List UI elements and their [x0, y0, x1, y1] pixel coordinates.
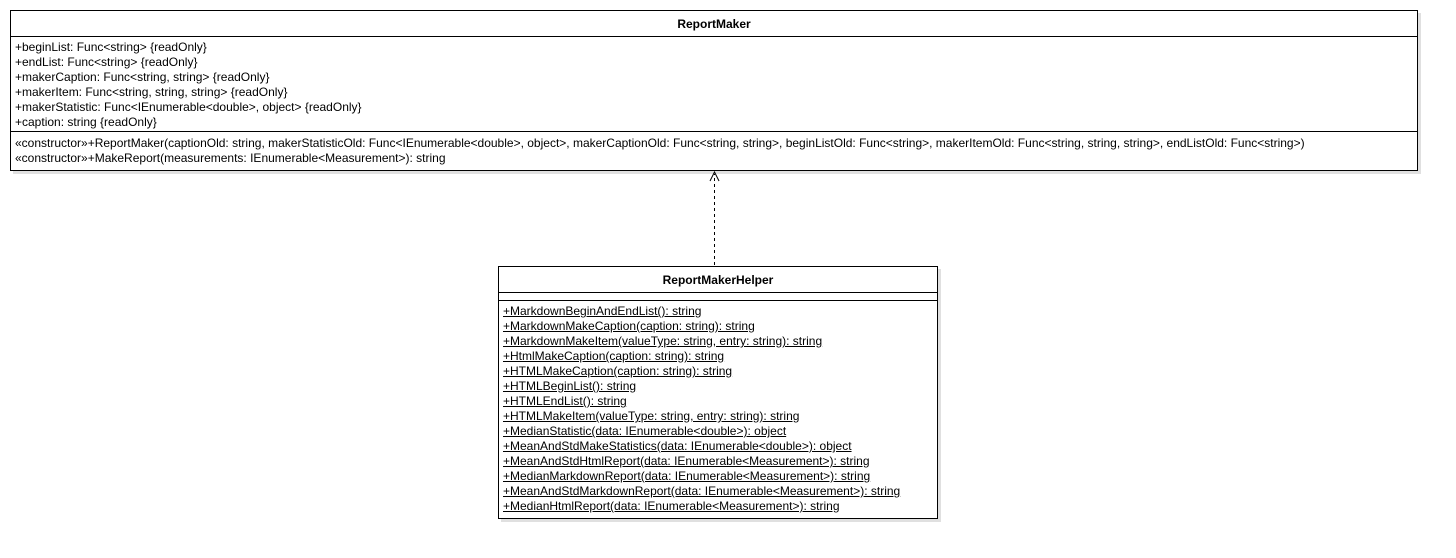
class-name-reportmakerhelper: ReportMakerHelper [499, 267, 937, 293]
attribute-begin-list: +beginList: Func<string> {readOnly} [15, 40, 207, 54]
operation-mean-and-std-markdown-report: +MeanAndStdMarkdownReport(data: IEnumera… [503, 484, 901, 498]
operation-constructor-makereport: «constructor»+MakeReport(measurements: I… [15, 151, 446, 165]
operation-constructor-reportmaker: «constructor»+ReportMaker(captionOld: st… [15, 136, 1305, 150]
attributes-section-empty [499, 293, 937, 301]
operation-html-make-caption: +HtmlMakeCaption(caption: string): strin… [503, 349, 725, 363]
operation-mean-and-std-make-statistics: +MeanAndStdMakeStatistics(data: IEnumera… [503, 439, 852, 453]
operation-html-begin-list: +HTMLBeginList(): string [503, 379, 637, 393]
attribute-end-list: +endList: Func<string> {readOnly} [15, 55, 198, 69]
attributes-section: +beginList: Func<string> {readOnly} +end… [11, 37, 1417, 132]
attribute-caption: +caption: string {readOnly} [15, 115, 157, 129]
operations-section: «constructor»+ReportMaker(captionOld: st… [11, 132, 1417, 170]
attribute-maker-statistic: +makerStatistic: Func<IEnumerable<double… [15, 100, 362, 114]
operation-html-make-caption-upper: +HTMLMakeCaption(caption: string): strin… [503, 364, 733, 378]
operation-mean-and-std-html-report: +MeanAndStdHtmlReport(data: IEnumerable<… [503, 454, 870, 468]
attribute-maker-item: +makerItem: Func<string, string, string>… [15, 85, 288, 99]
operation-median-statistic: +MedianStatistic(data: IEnumerable<doubl… [503, 424, 787, 438]
operation-median-html-report: +MedianHtmlReport(data: IEnumerable<Meas… [503, 499, 840, 513]
operation-markdown-make-caption: +MarkdownMakeCaption(caption: string): s… [503, 319, 755, 333]
operation-median-markdown-report: +MedianMarkdownReport(data: IEnumerable<… [503, 469, 871, 483]
operation-html-make-item: +HTMLMakeItem(valueType: string, entry: … [503, 409, 800, 423]
attribute-maker-caption: +makerCaption: Func<string, string> {rea… [15, 70, 270, 84]
class-name-reportmaker: ReportMaker [11, 11, 1417, 37]
operation-html-end-list: +HTMLEndList(): string [503, 394, 627, 408]
operations-section: +MarkdownBeginAndEndList(): string +Mark… [499, 301, 937, 514]
class-box-reportmakerhelper[interactable]: ReportMakerHelper +MarkdownBeginAndEndLi… [498, 266, 938, 519]
open-arrow-head [709, 170, 720, 182]
operation-markdown-make-item: +MarkdownMakeItem(valueType: string, ent… [503, 334, 823, 348]
operation-markdown-begin-and-end-list: +MarkdownBeginAndEndList(): string [503, 304, 702, 318]
class-box-reportmaker[interactable]: ReportMaker +beginList: Func<string> {re… [10, 10, 1418, 171]
